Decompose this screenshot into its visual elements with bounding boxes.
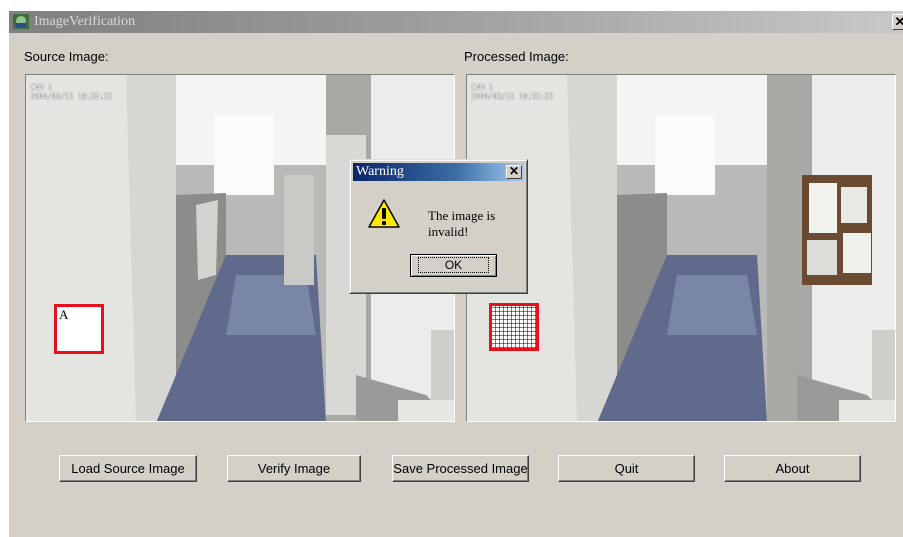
dialog-title-bar[interactable]: Warning ✕ [353,163,524,181]
processed-image-label: Processed Image: [464,49,569,64]
source-timestamp-overlay: CAM 1 2004/03/12 10:35:22 [30,83,113,101]
source-image-label: Source Image: [24,49,109,64]
processed-timestamp-overlay: CAM 1 2004/03/12 10:35:22 [471,83,554,101]
warning-dialog: Warning ✕ The image is invalid! OK [349,159,528,294]
window-title: ImageVerification [34,14,136,29]
processed-stamp-line2: 2004/03/12 10:35:22 [471,92,554,101]
source-stamp-line2: 2004/03/12 10:35:22 [30,92,113,101]
processed-stamp-line1: CAM 1 [471,83,493,92]
dialog-ok-button[interactable]: OK [410,254,497,277]
source-stamp-line1: CAM 1 [30,83,52,92]
ok-label: OK [417,257,490,273]
title-bar[interactable]: ImageVerification ✕ [9,11,903,33]
processed-image-scene [467,75,895,421]
dialog-close-button[interactable]: ✕ [506,165,522,179]
warning-icon [368,199,400,228]
close-icon: ✕ [895,14,903,29]
dialog-message: The image is invalid! [428,208,496,239]
marker-letter: A [59,307,69,322]
app-icon [13,14,29,29]
quit-button[interactable]: Quit [558,455,695,482]
close-icon: ✕ [508,164,520,178]
dialog-title: Warning [356,164,404,179]
source-watermark-marker: A [54,304,104,354]
verify-image-button[interactable]: Verify Image [227,455,361,482]
window-close-button[interactable]: ✕ [892,14,903,30]
save-processed-image-button[interactable]: Save Processed Image [392,455,529,482]
about-button[interactable]: About [724,455,861,482]
load-source-image-button[interactable]: Load Source Image [59,455,197,482]
processed-image-panel: CAM 1 2004/03/12 10:35:22 [466,74,896,422]
image-verification-window: ImageVerification ✕ Source Image: Proces… [8,10,903,537]
